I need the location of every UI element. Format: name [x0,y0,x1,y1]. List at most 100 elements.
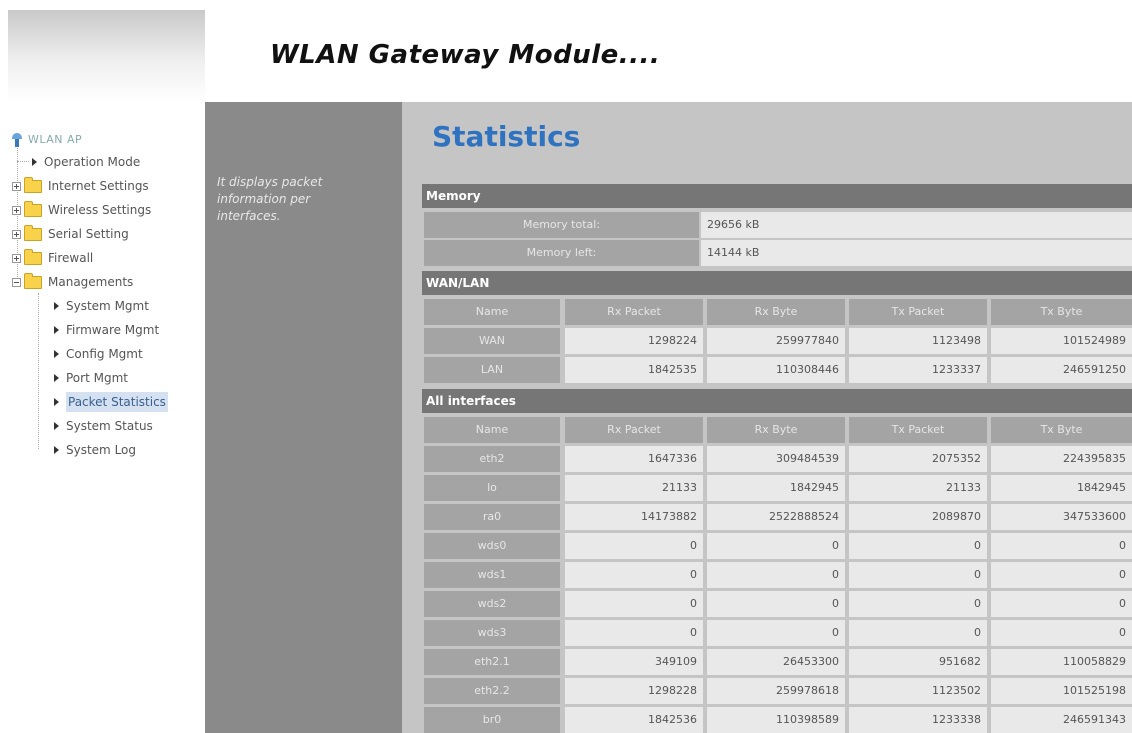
table-cell: 0 [565,591,703,617]
table-cell: 0 [707,620,845,646]
interface-name-cell: wds2 [424,591,560,617]
table-header-cell: Rx Packet [565,299,703,325]
table-cell: 0 [707,591,845,617]
table-cell: 2089870 [849,504,987,530]
expand-plus-icon[interactable] [12,181,21,191]
sidebar-item-wireless-settings[interactable]: Wireless Settings [12,200,151,220]
access-point-icon [12,133,22,147]
arrow-right-icon [54,302,59,310]
table-cell: 224395835 [991,446,1132,472]
sidebar-tree: WLAN AP Operation Mode Internet Settings… [8,102,205,733]
memory-total-value: 29656 kB [701,212,1132,238]
description-panel: It displays packet information per inter… [205,102,402,733]
interface-name-cell: eth2.1 [424,649,560,675]
tree-root-wlan-ap[interactable]: WLAN AP [12,130,82,150]
sidebar-item-label: Wireless Settings [48,203,152,217]
folder-icon [24,200,42,217]
table-header-cell: Rx Packet [565,417,703,443]
table-cell: 110058829 [991,649,1132,675]
table-header-cell: Name [424,299,560,325]
sidebar-item-system-status[interactable]: System Status [54,416,153,436]
memory-left-value: 14144 kB [701,240,1132,266]
table-cell: 1123498 [849,328,987,354]
table-cell: 259978618 [707,678,845,704]
table-cell: 26453300 [707,649,845,675]
sidebar-item-label: Firmware Mgmt [66,323,160,337]
table-header-cell: Tx Packet [849,417,987,443]
table-cell: 1298228 [565,678,703,704]
table-cell: 1842945 [991,475,1132,501]
table-cell: 0 [565,533,703,559]
sidebar-item-serial-setting[interactable]: Serial Setting [12,224,129,244]
logo-area [8,10,205,102]
table-cell: 0 [565,562,703,588]
arrow-right-icon [54,350,59,358]
sidebar-item-system-mgmt[interactable]: System Mgmt [54,296,149,316]
table-cell: 0 [849,562,987,588]
sidebar-item-firmware-mgmt[interactable]: Firmware Mgmt [54,320,159,340]
table-cell: 0 [991,620,1132,646]
table-cell: 1123502 [849,678,987,704]
interface-name-cell: LAN [424,357,560,383]
sidebar-item-label: System Status [66,419,153,433]
table-cell: 0 [991,533,1132,559]
page-description: It displays packet information per inter… [217,175,323,223]
sidebar-item-system-log[interactable]: System Log [54,440,136,460]
table-cell: 309484539 [707,446,845,472]
table-header-cell: Rx Byte [707,299,845,325]
table-cell: 951682 [849,649,987,675]
sidebar-item-config-mgmt[interactable]: Config Mgmt [54,344,143,364]
section-header-memory: Memory [422,184,1132,208]
sidebar-item-firewall[interactable]: Firewall [12,248,93,268]
table-cell: 101525198 [991,678,1132,704]
arrow-right-icon [54,422,59,430]
table-cell: 259977840 [707,328,845,354]
expand-plus-icon[interactable] [12,229,21,239]
sidebar-item-internet-settings[interactable]: Internet Settings [12,176,149,196]
arrow-right-icon [54,374,59,382]
sidebar-item-label: System Mgmt [66,299,149,313]
folder-open-icon [24,272,42,289]
sidebar-item-label: System Log [66,443,136,457]
table-cell: 110308446 [707,357,845,383]
memory-total-label: Memory total: [424,212,699,238]
folder-icon [24,176,42,193]
interface-name-cell: br0 [424,707,560,733]
table-cell: 0 [991,591,1132,617]
table-header-cell: Rx Byte [707,417,845,443]
main-content: Statistics Memory Memory total: 29656 kB… [402,102,1132,733]
table-header-cell: Tx Packet [849,299,987,325]
table-cell: 246591343 [991,707,1132,733]
table-cell: 14173882 [565,504,703,530]
table-cell: 349109 [565,649,703,675]
sidebar-item-managements[interactable]: Managements [12,272,133,292]
expand-plus-icon[interactable] [12,253,21,263]
table-cell: 1233338 [849,707,987,733]
table-cell: 0 [849,533,987,559]
sidebar-item-label: Internet Settings [48,179,149,193]
table-cell: 0 [707,562,845,588]
table-cell: 110398589 [707,707,845,733]
table-cell: 0 [707,533,845,559]
sidebar-item-label: Packet Statistics [66,392,168,412]
sidebar-item-label: Firewall [48,251,94,265]
interface-name-cell: WAN [424,328,560,354]
table-cell: 1842536 [565,707,703,733]
sidebar-item-label: Config Mgmt [66,347,143,361]
expand-plus-icon[interactable] [12,205,21,215]
collapse-minus-icon[interactable] [12,277,21,287]
sidebar-item-port-mgmt[interactable]: Port Mgmt [54,368,128,388]
sidebar-item-operation-mode[interactable]: Operation Mode [32,152,140,172]
sidebar-item-label: Operation Mode [44,155,141,169]
interface-name-cell: wds3 [424,620,560,646]
sidebar-item-label: Port Mgmt [66,371,128,385]
interface-name-cell: wds1 [424,562,560,588]
arrow-right-icon [54,398,59,406]
table-cell: 1298224 [565,328,703,354]
table-cell: 2522888524 [707,504,845,530]
memory-left-label: Memory left: [424,240,699,266]
table-cell: 21133 [849,475,987,501]
table-cell: 0 [565,620,703,646]
sidebar-item-packet-statistics[interactable]: Packet Statistics [54,392,168,412]
arrow-right-icon [54,326,59,334]
